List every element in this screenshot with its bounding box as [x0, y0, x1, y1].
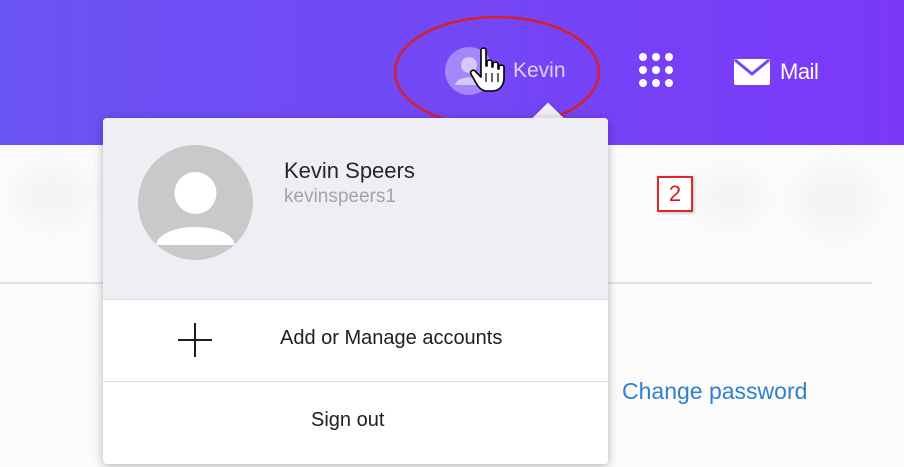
hand-cursor-icon: [469, 47, 505, 92]
user-name-label: Kevin: [513, 59, 566, 82]
mail-label: Mail: [780, 59, 819, 84]
account-profile-header: Kevin Speers kevinspeers1: [103, 118, 608, 299]
profile-username: kevinspeers1: [284, 186, 396, 207]
sign-out-item[interactable]: Sign out: [103, 382, 608, 464]
blurred-content: [700, 175, 760, 220]
add-manage-accounts-item[interactable]: Add or Manage accounts: [103, 300, 608, 381]
page: Kevin Mail 2 Change password Kevin Speer…: [0, 0, 904, 467]
profile-display-name: Kevin Speers: [284, 158, 415, 183]
mail-icon: [734, 59, 770, 85]
apps-grid-icon: [639, 53, 680, 87]
blurred-content: [18, 170, 88, 220]
mail-button[interactable]: Mail: [734, 54, 819, 90]
avatar-icon: [138, 145, 253, 260]
apps-grid-button[interactable]: [636, 50, 680, 94]
account-dropdown-menu: Kevin Speers kevinspeers1 Add or Manage …: [103, 118, 608, 464]
blurred-content: [800, 170, 870, 230]
step-number-badge: 2: [657, 176, 693, 212]
sign-out-label: Sign out: [311, 409, 385, 431]
change-password-link[interactable]: Change password: [622, 378, 807, 405]
add-manage-accounts-label: Add or Manage accounts: [280, 327, 503, 349]
plus-icon: [178, 323, 212, 357]
